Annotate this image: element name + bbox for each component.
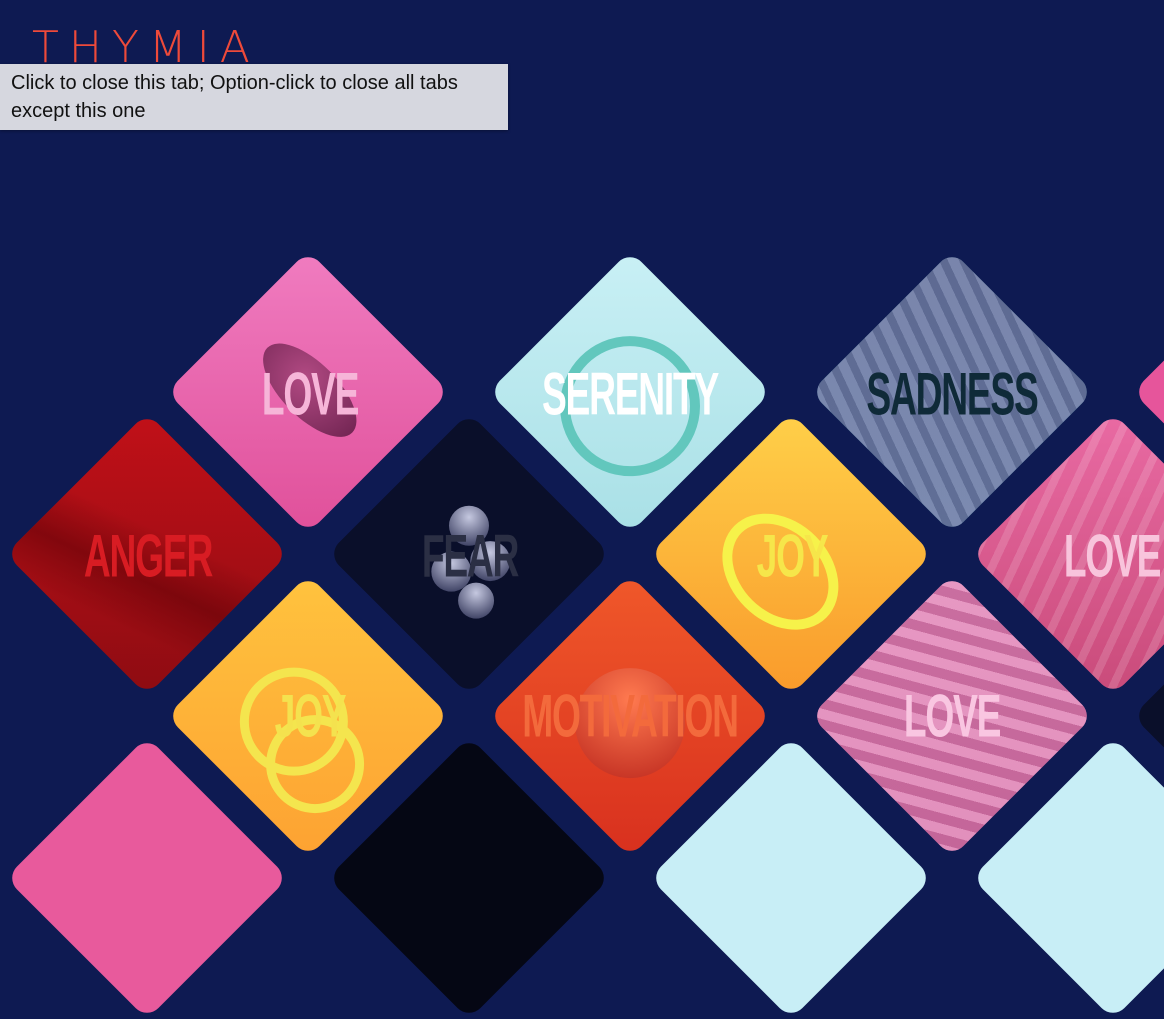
- label-motivation: MOTIVATION: [522, 682, 739, 750]
- label-fear: FEAR: [421, 522, 520, 590]
- label-joy-bottom: JOY: [274, 682, 347, 750]
- close-tab-tooltip: Click to close this tab; Option-click to…: [0, 64, 508, 130]
- label-anger: ANGER: [83, 522, 213, 590]
- label-joy-mid: JOY: [756, 522, 829, 590]
- label-sadness: SADNESS: [866, 360, 1038, 428]
- label-love-top: LOVE: [261, 360, 360, 428]
- label-love-right: LOVE: [1063, 522, 1162, 590]
- label-serenity: SERENITY: [541, 360, 719, 428]
- label-love-bottom: LOVE: [903, 682, 1002, 750]
